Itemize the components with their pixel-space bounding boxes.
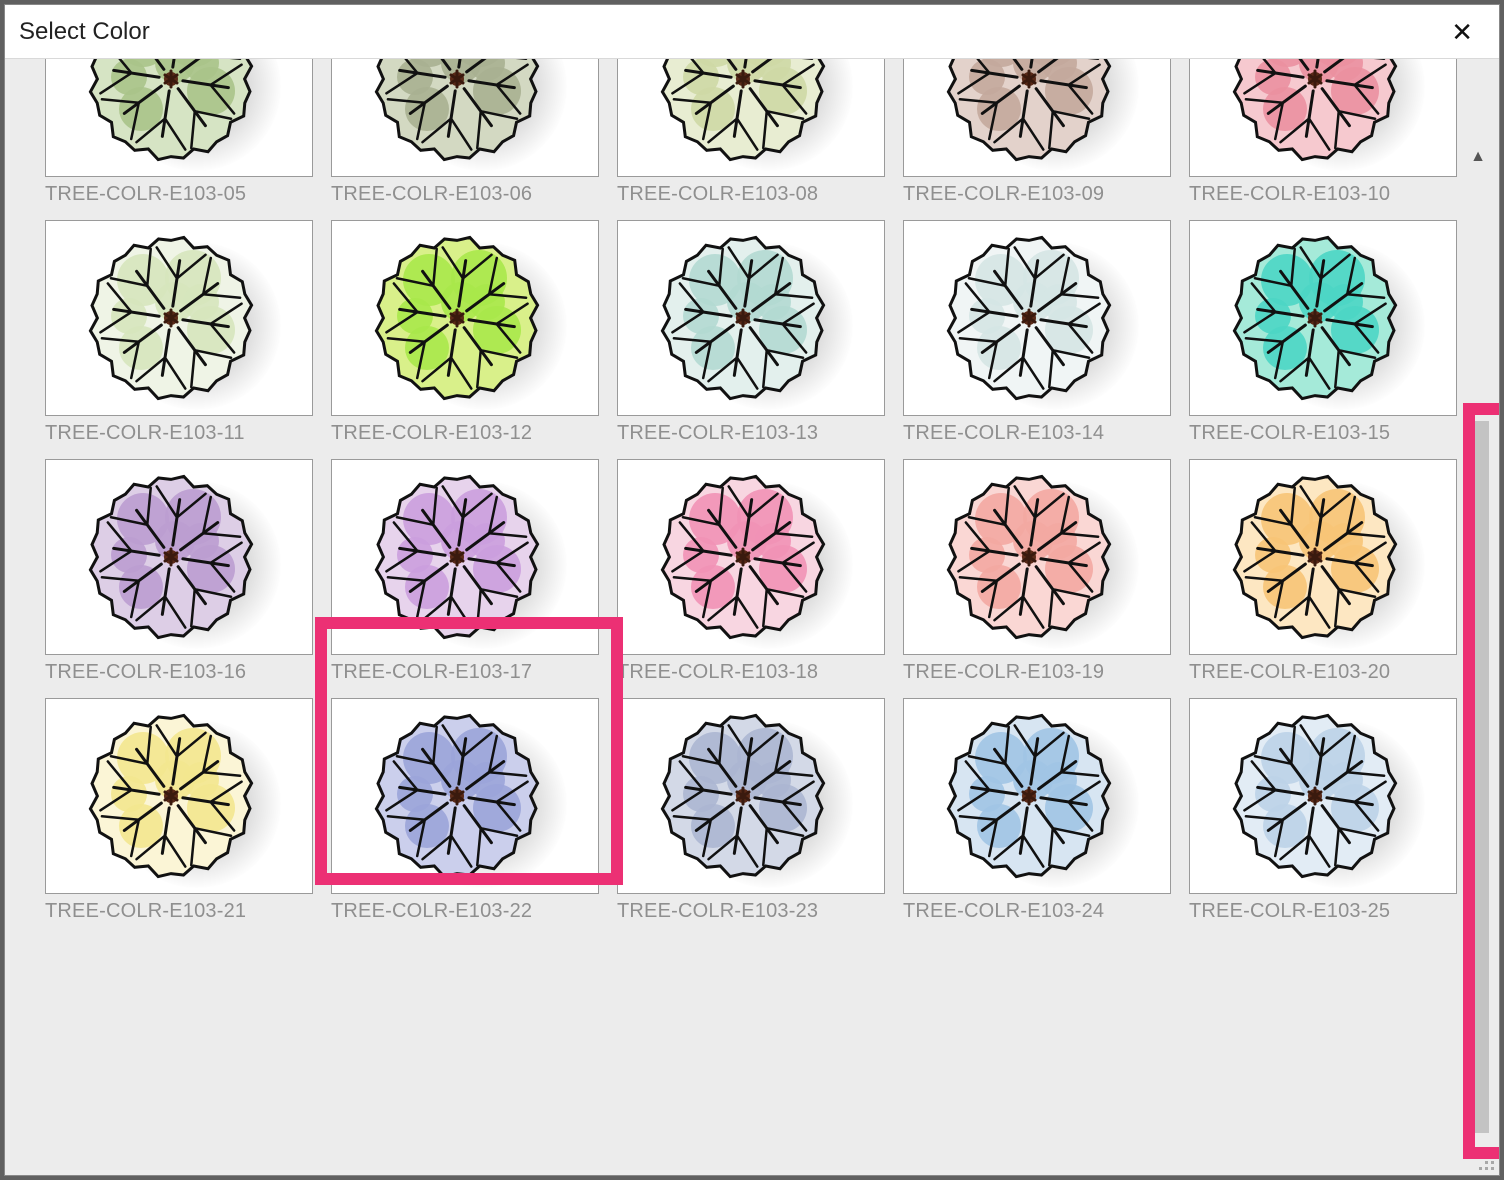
color-item[interactable]: TREE-COLR-E103-18 <box>617 459 885 684</box>
color-label: TREE-COLR-E103-14 <box>903 422 1171 445</box>
tree-icon <box>355 467 575 647</box>
color-item[interactable]: TREE-COLR-E103-21 <box>45 698 313 923</box>
color-item[interactable]: TREE-COLR-E103-05 <box>45 59 313 206</box>
color-thumbnail[interactable] <box>617 459 885 655</box>
color-item[interactable]: TREE-COLR-E103-14 <box>903 220 1171 445</box>
color-item[interactable]: TREE-COLR-E103-22 <box>331 698 599 923</box>
color-label: TREE-COLR-E103-25 <box>1189 900 1457 923</box>
color-thumbnail[interactable] <box>331 459 599 655</box>
color-label: TREE-COLR-E103-19 <box>903 661 1171 684</box>
color-label: TREE-COLR-E103-05 <box>45 183 313 206</box>
color-label: TREE-COLR-E103-22 <box>331 900 599 923</box>
titlebar: Select Color ✕ <box>5 5 1499 59</box>
color-thumbnail[interactable] <box>1189 220 1457 416</box>
color-item[interactable]: TREE-COLR-E103-19 <box>903 459 1171 684</box>
color-label: TREE-COLR-E103-23 <box>617 900 885 923</box>
color-item[interactable]: TREE-COLR-E103-20 <box>1189 459 1457 684</box>
color-item[interactable]: TREE-COLR-E103-17 <box>331 459 599 684</box>
scrollbar: ▲ <box>1463 143 1493 1141</box>
tree-icon <box>69 59 289 169</box>
tree-icon <box>927 228 1147 408</box>
tree-icon <box>641 467 861 647</box>
color-thumbnail[interactable] <box>331 698 599 894</box>
color-thumbnail[interactable] <box>1189 59 1457 177</box>
color-item[interactable]: TREE-COLR-E103-10 <box>1189 59 1457 206</box>
tree-icon <box>641 228 861 408</box>
tree-icon <box>69 467 289 647</box>
tree-icon <box>1213 467 1433 647</box>
tree-icon <box>355 706 575 886</box>
color-item[interactable]: TREE-COLR-E103-12 <box>331 220 599 445</box>
scroll-up-icon[interactable]: ▲ <box>1463 143 1493 171</box>
color-thumbnail[interactable] <box>903 459 1171 655</box>
content-area: TREE-COLR-E103-05 TREE-COLR-E103-06 <box>5 59 1499 1175</box>
color-item[interactable]: TREE-COLR-E103-15 <box>1189 220 1457 445</box>
close-icon[interactable]: ✕ <box>1443 15 1481 49</box>
color-label: TREE-COLR-E103-08 <box>617 183 885 206</box>
dialog-title: Select Color <box>19 18 150 46</box>
color-label: TREE-COLR-E103-06 <box>331 183 599 206</box>
tree-icon <box>927 467 1147 647</box>
color-label: TREE-COLR-E103-20 <box>1189 661 1457 684</box>
color-thumbnail[interactable] <box>617 220 885 416</box>
color-label: TREE-COLR-E103-09 <box>903 183 1171 206</box>
tree-icon <box>927 59 1147 169</box>
color-item[interactable]: TREE-COLR-E103-06 <box>331 59 599 206</box>
color-thumbnail[interactable] <box>45 698 313 894</box>
color-label: TREE-COLR-E103-16 <box>45 661 313 684</box>
color-thumbnail[interactable] <box>45 459 313 655</box>
color-label: TREE-COLR-E103-10 <box>1189 183 1457 206</box>
color-item[interactable]: TREE-COLR-E103-09 <box>903 59 1171 206</box>
color-label: TREE-COLR-E103-15 <box>1189 422 1457 445</box>
scroll-track[interactable] <box>1463 171 1493 1141</box>
color-item[interactable]: TREE-COLR-E103-23 <box>617 698 885 923</box>
color-thumbnail[interactable] <box>45 220 313 416</box>
tree-icon <box>69 228 289 408</box>
color-thumbnail[interactable] <box>1189 698 1457 894</box>
select-color-dialog: Select Color ✕ TREE-COLR-E103-05 <box>4 4 1500 1176</box>
color-thumbnail[interactable] <box>903 698 1171 894</box>
tree-icon <box>927 706 1147 886</box>
color-item[interactable]: TREE-COLR-E103-25 <box>1189 698 1457 923</box>
color-label: TREE-COLR-E103-12 <box>331 422 599 445</box>
color-thumbnail[interactable] <box>617 59 885 177</box>
color-thumbnail[interactable] <box>45 59 313 177</box>
color-thumbnail[interactable] <box>331 220 599 416</box>
tree-icon <box>355 59 575 169</box>
color-item[interactable]: TREE-COLR-E103-16 <box>45 459 313 684</box>
color-label: TREE-COLR-E103-21 <box>45 900 313 923</box>
color-thumbnail[interactable] <box>617 698 885 894</box>
tree-icon <box>1213 706 1433 886</box>
color-label: TREE-COLR-E103-18 <box>617 661 885 684</box>
scroll-thumb[interactable] <box>1467 421 1489 1133</box>
tree-icon <box>641 706 861 886</box>
color-item[interactable]: TREE-COLR-E103-13 <box>617 220 885 445</box>
tree-icon <box>641 59 861 169</box>
tree-icon <box>1213 59 1433 169</box>
color-thumbnail[interactable] <box>903 59 1171 177</box>
color-label: TREE-COLR-E103-17 <box>331 661 599 684</box>
tree-icon <box>69 706 289 886</box>
color-thumbnail[interactable] <box>903 220 1171 416</box>
tree-icon <box>1213 228 1433 408</box>
color-item[interactable]: TREE-COLR-E103-11 <box>45 220 313 445</box>
color-item[interactable]: TREE-COLR-E103-24 <box>903 698 1171 923</box>
tree-icon <box>355 228 575 408</box>
resize-grip[interactable] <box>1475 1151 1495 1171</box>
color-label: TREE-COLR-E103-24 <box>903 900 1171 923</box>
color-thumbnail[interactable] <box>1189 459 1457 655</box>
color-label: TREE-COLR-E103-11 <box>45 422 313 445</box>
color-thumbnail[interactable] <box>331 59 599 177</box>
color-item[interactable]: TREE-COLR-E103-08 <box>617 59 885 206</box>
color-label: TREE-COLR-E103-13 <box>617 422 885 445</box>
color-grid: TREE-COLR-E103-05 TREE-COLR-E103-06 <box>45 59 1457 923</box>
